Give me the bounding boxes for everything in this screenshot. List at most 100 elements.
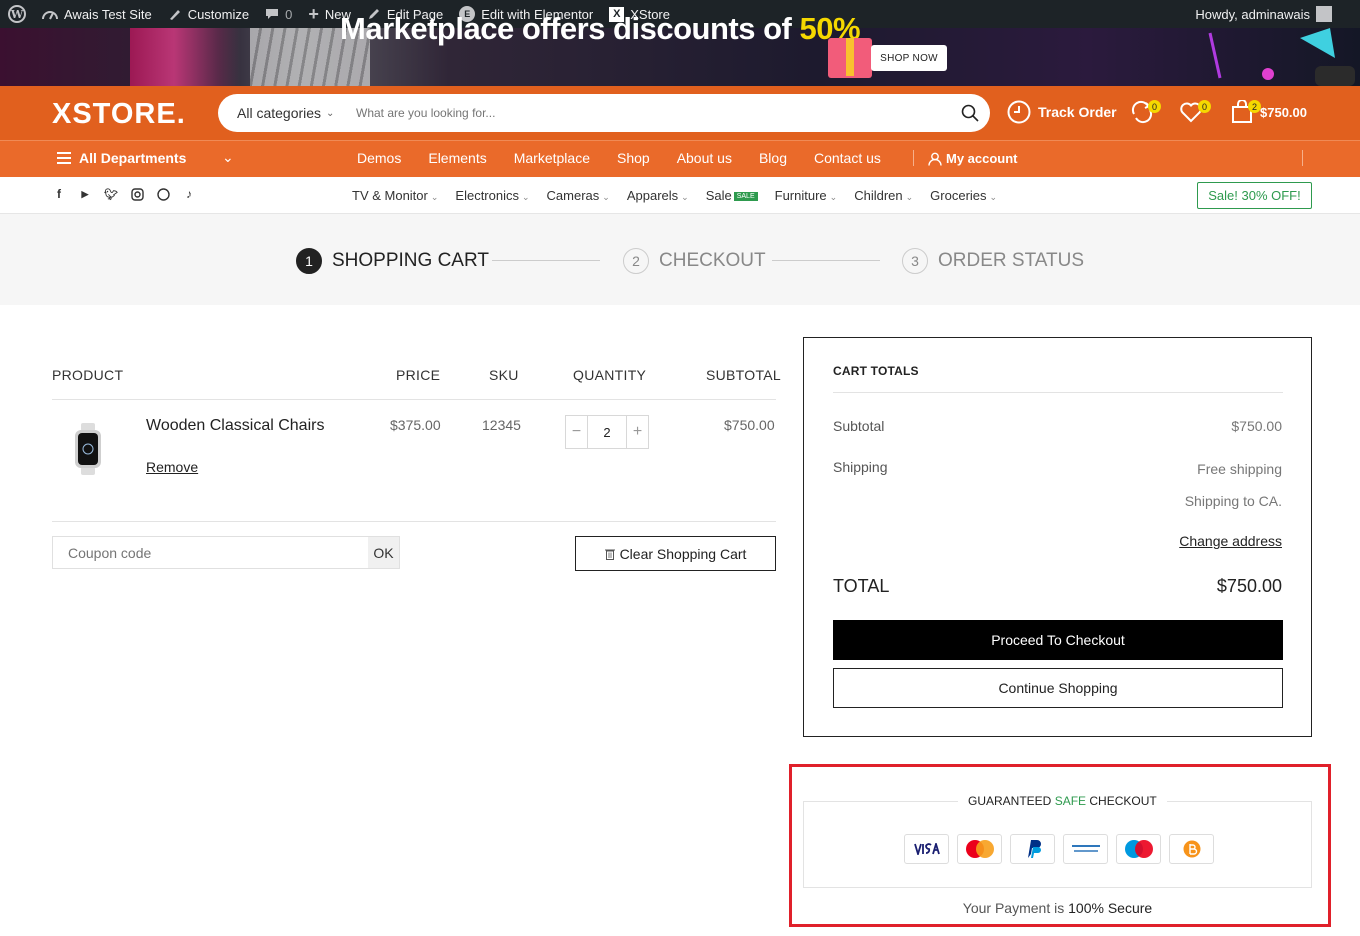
category-label: Apparels xyxy=(626,188,679,203)
category-tv-monitor[interactable]: TV & Monitor ⌄ xyxy=(352,188,438,203)
sale-promo-button[interactable]: Sale! 30% OFF! xyxy=(1197,182,1312,209)
category-label: TV & Monitor xyxy=(352,188,428,203)
youtube-icon[interactable]: ▶ xyxy=(78,187,92,201)
category-label: Groceries xyxy=(930,188,987,203)
chevron-down-icon: ⌄ xyxy=(989,192,998,202)
category-select-label: All categories xyxy=(237,105,322,121)
plus-icon: + xyxy=(308,3,319,24)
clear-cart-button[interactable]: Clear Shopping Cart xyxy=(575,536,776,571)
safe-checkout-title: GUARANTEED SAFE CHECKOUT xyxy=(958,794,1167,808)
chevron-down-icon: ⌄ xyxy=(326,107,335,119)
nav-link-shop[interactable]: Shop xyxy=(617,150,650,166)
nav-link-about[interactable]: About us xyxy=(677,150,732,166)
step-order-status[interactable]: 3 ORDER STATUS xyxy=(902,248,1084,274)
search-input[interactable] xyxy=(344,94,950,132)
category-label: Electronics xyxy=(455,188,519,203)
category-select[interactable]: All categories ⌄ xyxy=(218,105,344,121)
nav-link-elements[interactable]: Elements xyxy=(428,150,486,166)
nav-link-contact[interactable]: Contact us xyxy=(814,150,881,166)
quantity-input[interactable]: 2 xyxy=(587,416,627,448)
increase-quantity-button[interactable]: + xyxy=(627,416,648,448)
safe-checkout-title-part: CHECKOUT xyxy=(1089,794,1157,808)
visa-icon xyxy=(904,834,949,864)
admin-site-link[interactable]: Awais Test Site xyxy=(34,0,160,28)
category-apparels[interactable]: Apparels ⌄ xyxy=(627,188,689,203)
step-label: SHOPPING CART xyxy=(332,250,489,271)
column-header-quantity: QUANTITY xyxy=(573,367,647,383)
continue-shopping-button[interactable]: Continue Shopping xyxy=(833,668,1283,708)
step-shopping-cart[interactable]: 1 SHOPPING CART xyxy=(296,248,489,274)
chevron-down-icon: ⌄ xyxy=(521,192,530,202)
facebook-icon[interactable]: f xyxy=(52,187,66,201)
site-name: Awais Test Site xyxy=(64,6,152,22)
nav-link-demos[interactable]: Demos xyxy=(357,150,401,166)
chevron-down-icon[interactable]: ⌄ xyxy=(222,149,234,166)
instagram-icon[interactable] xyxy=(130,187,144,201)
search-bar: All categories ⌄ xyxy=(218,94,990,132)
my-account-menu[interactable]: Howdy, adminawais xyxy=(1195,6,1360,22)
compare-link[interactable]: 0 xyxy=(1130,100,1161,124)
category-children[interactable]: Children ⌄ xyxy=(854,188,913,203)
column-header-product: PRODUCT xyxy=(52,367,124,383)
product-name[interactable]: Wooden Classical Chairs xyxy=(146,417,324,435)
chevron-down-icon: ⌄ xyxy=(681,192,689,202)
step-number: 2 xyxy=(623,248,649,274)
column-header-sku: SKU xyxy=(489,367,519,383)
quantity-stepper: − 2 + xyxy=(565,415,649,449)
comments-link[interactable]: 0 xyxy=(257,0,300,28)
category-groceries[interactable]: Groceries ⌄ xyxy=(930,188,997,203)
wordpress-menu[interactable]: W xyxy=(0,0,34,28)
item-sku: 12345 xyxy=(482,417,521,433)
total-label: TOTAL xyxy=(833,576,890,596)
all-departments-button[interactable]: All Departments xyxy=(57,150,186,166)
banner-decoration xyxy=(130,28,240,86)
cart-link[interactable]: 2 $750.00 xyxy=(1231,100,1307,124)
shop-now-button[interactable]: SHOP NOW xyxy=(871,45,947,71)
comment-icon xyxy=(266,9,279,19)
wishlist-link[interactable]: 0 xyxy=(1179,100,1211,124)
chevron-down-icon: ⌄ xyxy=(905,192,914,202)
remove-item-link[interactable]: Remove xyxy=(146,459,198,475)
safe-checkout-title-highlight: SAFE xyxy=(1054,794,1087,808)
category-sale[interactable]: Sale SALE xyxy=(706,188,758,203)
my-account-link[interactable]: My account xyxy=(928,151,1018,166)
coupon-input[interactable] xyxy=(53,537,368,568)
nav-divider xyxy=(1302,150,1303,166)
column-header-subtotal: SUBTOTAL xyxy=(706,367,782,383)
site-logo[interactable]: XSTORE. xyxy=(52,98,186,131)
table-divider xyxy=(52,399,776,400)
search-button[interactable] xyxy=(950,94,990,132)
product-thumbnail[interactable] xyxy=(66,423,110,475)
cart-count-badge: 2 xyxy=(1248,100,1261,113)
bitcoin-icon xyxy=(1169,834,1214,864)
category-cameras[interactable]: Cameras ⌄ xyxy=(547,188,610,203)
paypal-icon xyxy=(1010,834,1055,864)
step-connector xyxy=(772,260,880,261)
tiktok-icon[interactable]: ♪ xyxy=(182,187,196,201)
chevron-down-icon: ⌄ xyxy=(430,192,439,202)
step-number: 3 xyxy=(902,248,928,274)
apply-coupon-button[interactable]: OK xyxy=(368,537,399,568)
step-label: ORDER STATUS xyxy=(938,250,1085,271)
nav-link-blog[interactable]: Blog xyxy=(759,150,787,166)
secure-note-text: Your Payment is xyxy=(962,900,1065,916)
shipping-method: Free shipping xyxy=(1197,461,1282,477)
dashboard-icon xyxy=(42,11,58,20)
customize-link[interactable]: Customize xyxy=(160,0,257,28)
column-header-price: PRICE xyxy=(396,367,441,383)
category-electronics[interactable]: Electronics ⌄ xyxy=(455,188,529,203)
proceed-to-checkout-button[interactable]: Proceed To Checkout xyxy=(833,620,1283,660)
secure-payment-note: Your Payment is 100% Secure xyxy=(0,900,1360,916)
change-address-link[interactable]: Change address xyxy=(1179,533,1282,549)
decrease-quantity-button[interactable]: − xyxy=(566,416,587,448)
twitter-icon[interactable]: 🐦︎ xyxy=(104,187,118,201)
category-furniture[interactable]: Furniture ⌄ xyxy=(775,188,838,203)
nav-link-marketplace[interactable]: Marketplace xyxy=(514,150,590,166)
whatsapp-icon[interactable] xyxy=(156,187,170,201)
brush-icon xyxy=(169,10,180,20)
track-order-link[interactable]: Track Order xyxy=(1007,100,1117,124)
amex-icon xyxy=(1063,834,1108,864)
step-checkout[interactable]: 2 CHECKOUT xyxy=(623,248,766,274)
safe-checkout-title-part: GUARANTEED xyxy=(968,794,1052,808)
maestro-icon xyxy=(1116,834,1161,864)
